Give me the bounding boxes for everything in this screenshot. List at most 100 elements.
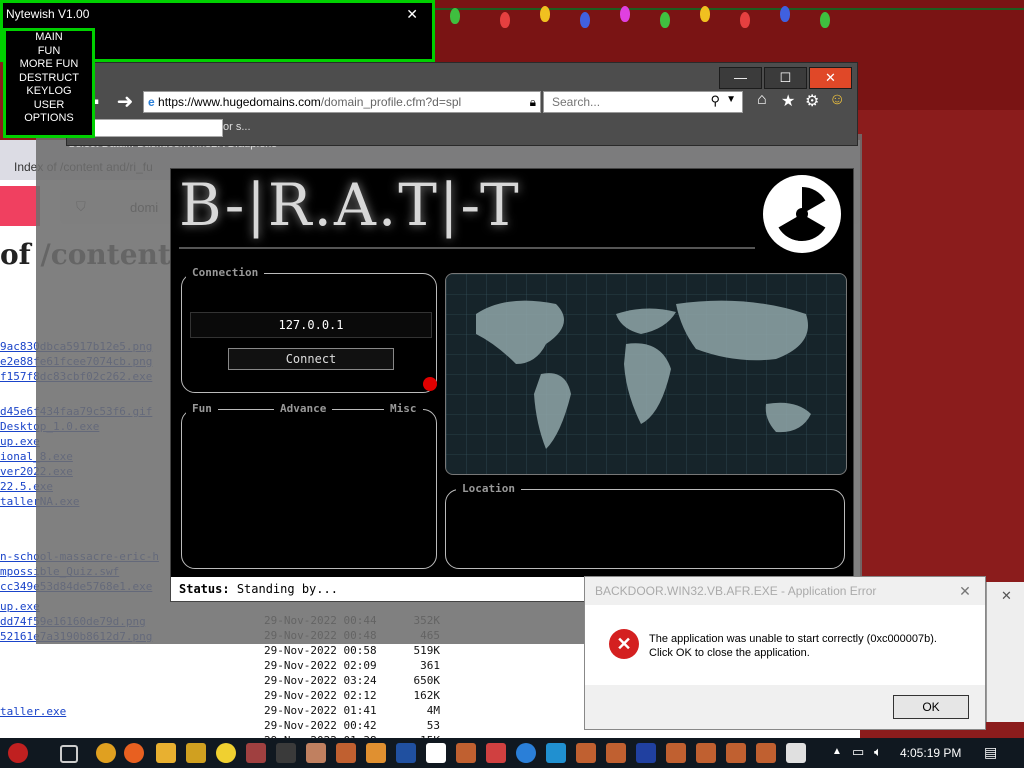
tools-panel: Fun Advance Misc: [181, 402, 437, 569]
home-icon[interactable]: ⌂: [757, 91, 767, 109]
file-link[interactable]: up.exe: [0, 600, 40, 613]
close-icon[interactable]: ✕: [1001, 588, 1012, 604]
ip-address-field[interactable]: 127.0.0.1: [190, 312, 432, 338]
file-row-size: 650K: [413, 674, 441, 687]
file-row-size: 361: [420, 659, 440, 672]
app-icon[interactable]: [486, 743, 506, 763]
menu-item-destruct[interactable]: DESTRUCT: [6, 72, 92, 86]
connect-button[interactable]: Connect: [228, 348, 394, 370]
app-icon[interactable]: [786, 743, 806, 763]
nytewish-close-button[interactable]: ✕: [406, 3, 418, 25]
app-icon[interactable]: [636, 743, 656, 763]
menu-item-main[interactable]: MAIN: [6, 31, 92, 45]
tab-misc[interactable]: Misc: [384, 402, 423, 416]
firefox-icon[interactable]: [124, 743, 144, 763]
bulb-decoration: [450, 8, 460, 24]
error-icon: ✕: [609, 629, 639, 659]
app-icon[interactable]: [666, 743, 686, 763]
second-error-dialog-edge: ✕: [986, 582, 1024, 722]
bulb-decoration: [700, 6, 710, 22]
smiley-icon[interactable]: ☺: [829, 91, 845, 109]
menu-item-fun[interactable]: FUN: [6, 45, 92, 59]
taskbar-clock[interactable]: 4:05:19 PM: [900, 738, 961, 768]
file-row-size: 4M: [426, 704, 440, 717]
chrome-icon[interactable]: [96, 743, 116, 763]
logo-divider: [179, 247, 755, 249]
app-icon[interactable]: [366, 743, 386, 763]
notification-icon[interactable]: ▤: [984, 744, 997, 761]
favorites-star-icon[interactable]: ★: [781, 91, 795, 111]
chevron-up-icon[interactable]: ▲: [832, 746, 842, 757]
error-footer: OK: [585, 685, 985, 729]
location-panel: Location: [445, 482, 845, 569]
brat-window: B-|R.A.T|-T Connection 127.0.0.1 Connect…: [170, 168, 854, 602]
maximize-button[interactable]: ☐: [764, 67, 807, 89]
app-icon[interactable]: [756, 743, 776, 763]
app-icon[interactable]: [546, 743, 566, 763]
search-box[interactable]: ⚲ ▼: [543, 91, 743, 113]
task-view-icon[interactable]: [60, 745, 78, 763]
menu-item-user[interactable]: USER: [6, 99, 92, 113]
forward-arrow-icon[interactable]: ➜: [111, 90, 139, 114]
status-label: Status:: [179, 582, 230, 596]
smiley-app-icon[interactable]: [216, 743, 236, 763]
word-icon[interactable]: [396, 743, 416, 763]
error-title-text: BACKDOOR.WIN32.VB.AFR.EXE - Application …: [595, 584, 877, 598]
app-icon[interactable]: [456, 743, 476, 763]
tab-fun[interactable]: Fun: [186, 402, 218, 416]
error-dialog: BACKDOOR.WIN32.VB.AFR.EXE - Application …: [584, 576, 986, 730]
bg-browser-accent: [0, 186, 40, 226]
app-icon[interactable]: [726, 743, 746, 763]
app-icon[interactable]: [576, 743, 596, 763]
brat-logo: B-|R.A.T|-T: [179, 171, 521, 239]
chevron-down-icon[interactable]: ▼: [726, 94, 736, 105]
app-icon[interactable]: [336, 743, 356, 763]
file-row-date: 29-Nov-2022 02:12: [264, 689, 377, 702]
tab-advance[interactable]: Advance: [274, 402, 333, 416]
search-icon[interactable]: ⚲: [710, 93, 720, 109]
file-explorer-icon[interactable]: [156, 743, 176, 763]
nytewish-title: Nytewish V1.00: [6, 7, 90, 21]
bulb-decoration: [500, 12, 510, 28]
key-icon[interactable]: [186, 743, 206, 763]
connection-title: Connection: [186, 266, 265, 280]
light-string-wire: [430, 8, 1024, 10]
file-link[interactable]: up.exe: [0, 435, 40, 448]
menu-item-keylog[interactable]: KEYLOG: [6, 85, 92, 99]
app-icon[interactable]: [246, 743, 266, 763]
address-bar[interactable]: e https://www.hugedomains.com/domain_pro…: [143, 91, 541, 113]
error-close-button[interactable]: ✕: [951, 581, 979, 601]
file-row-date: 29-Nov-2022 01:41: [264, 704, 377, 717]
file-row-size: 519K: [413, 644, 441, 657]
ie-logo-icon: e: [148, 95, 155, 109]
search-input[interactable]: [550, 92, 704, 112]
file-row-date: 29-Nov-2022 00:58: [264, 644, 377, 657]
bulb-decoration: [580, 12, 590, 28]
menu-item-options[interactable]: OPTIONS: [6, 112, 92, 126]
close-button[interactable]: ✕: [809, 67, 852, 89]
ie-icon[interactable]: [516, 743, 536, 763]
network-icon[interactable]: ▭: [852, 744, 864, 760]
minimize-button[interactable]: —: [719, 67, 762, 89]
file-row-size: 53: [426, 719, 440, 732]
app-icon[interactable]: [306, 743, 326, 763]
app-icon[interactable]: [426, 743, 446, 763]
menu-item-more-fun[interactable]: MORE FUN: [6, 58, 92, 72]
app-icon[interactable]: [606, 743, 626, 763]
bulb-decoration: [820, 12, 830, 28]
file-row-date: 29-Nov-2022 03:24: [264, 674, 377, 687]
ok-button[interactable]: OK: [893, 695, 969, 719]
lock-icon: 🔒︎: [529, 95, 536, 109]
file-link[interactable]: taller.exe: [0, 705, 66, 718]
app-icon[interactable]: [276, 743, 296, 763]
url-path: /domain_profile.cfm?d=spl: [320, 95, 462, 109]
volume-icon[interactable]: 🔈︎: [874, 744, 882, 760]
gear-icon[interactable]: ⚙: [805, 91, 819, 111]
connection-status-indicator: [423, 377, 437, 391]
app-icon[interactable]: [696, 743, 716, 763]
start-button[interactable]: [8, 743, 28, 763]
error-message-line2: Click OK to close the application.: [649, 647, 810, 659]
bulb-decoration: [780, 6, 790, 22]
tab-search-field[interactable]: [79, 119, 223, 137]
status-value: Standing by...: [236, 582, 338, 596]
